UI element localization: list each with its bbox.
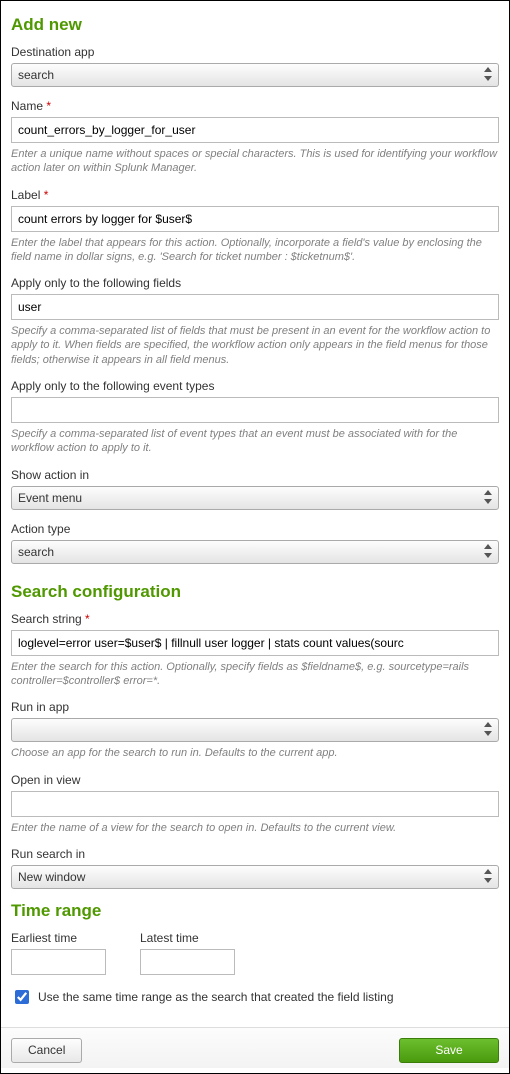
apply-event-types-help: Specify a comma-separated list of event … [11,427,499,456]
apply-fields-input[interactable] [11,294,499,320]
field-run-search-in: Run search in New window [11,847,499,889]
show-action-in-value: Event menu [18,491,82,505]
field-apply-event-types: Apply only to the following event types … [11,379,499,456]
destination-app-value: search [18,68,54,82]
field-show-action-in: Show action in Event menu [11,468,499,510]
save-button[interactable]: Save [399,1038,499,1063]
show-action-in-label: Show action in [11,468,499,482]
action-type-select[interactable]: search [11,540,499,564]
destination-app-label: Destination app [11,45,499,59]
name-input[interactable] [11,117,499,143]
label-help: Enter the label that appears for this ac… [11,236,499,265]
required-marker: * [44,188,49,202]
action-type-label: Action type [11,522,499,536]
search-string-help: Enter the search for this action. Option… [11,660,499,689]
field-open-in-view: Open in view Enter the name of a view fo… [11,773,499,835]
open-in-view-label: Open in view [11,773,499,787]
run-in-app-select[interactable] [11,718,499,742]
show-action-in-select[interactable]: Event menu [11,486,499,510]
search-string-label: Search string * [11,612,499,626]
run-in-app-label: Run in app [11,700,499,714]
destination-app-select[interactable]: search [11,63,499,87]
apply-event-types-label: Apply only to the following event types [11,379,499,393]
field-label: Label * Enter the label that appears for… [11,188,499,265]
apply-fields-label: Apply only to the following fields [11,276,499,290]
field-name: Name * Enter a unique name without space… [11,99,499,176]
time-range-title: Time range [11,901,499,921]
name-label: Name * [11,99,499,113]
run-in-app-help: Choose an app for the search to run in. … [11,746,499,760]
apply-event-types-input[interactable] [11,397,499,423]
field-apply-fields: Apply only to the following fields Speci… [11,276,499,367]
footer-bar: Cancel Save [1,1027,509,1068]
latest-time-label: Latest time [140,931,235,945]
time-range-row: Earliest time Latest time [11,931,499,975]
latest-time-input[interactable] [140,949,235,975]
search-string-input[interactable] [11,630,499,656]
field-destination-app: Destination app search [11,45,499,87]
field-action-type: Action type search [11,522,499,564]
run-search-in-select[interactable]: New window [11,865,499,889]
required-marker: * [46,99,51,113]
name-help: Enter a unique name without spaces or sp… [11,147,499,176]
cancel-button[interactable]: Cancel [11,1038,82,1063]
label-input[interactable] [11,206,499,232]
action-type-value: search [18,545,54,559]
same-time-range-row: Use the same time range as the search th… [11,987,499,1007]
open-in-view-help: Enter the name of a view for the search … [11,821,499,835]
earliest-time-col: Earliest time [11,931,106,975]
page-title: Add new [11,15,499,35]
field-run-in-app: Run in app Choose an app for the search … [11,700,499,760]
earliest-time-input[interactable] [11,949,106,975]
run-search-in-value: New window [18,870,85,884]
label-label: Label * [11,188,499,202]
earliest-time-label: Earliest time [11,931,106,945]
latest-time-col: Latest time [140,931,235,975]
form-container: Add new Destination app search Name * En… [0,0,510,1074]
field-search-string: Search string * Enter the search for thi… [11,612,499,689]
same-time-range-checkbox[interactable] [15,990,29,1004]
run-search-in-label: Run search in [11,847,499,861]
required-marker: * [85,612,90,626]
apply-fields-help: Specify a comma-separated list of fields… [11,324,499,367]
search-config-title: Search configuration [11,582,499,602]
same-time-range-label: Use the same time range as the search th… [38,990,394,1004]
open-in-view-input[interactable] [11,791,499,817]
